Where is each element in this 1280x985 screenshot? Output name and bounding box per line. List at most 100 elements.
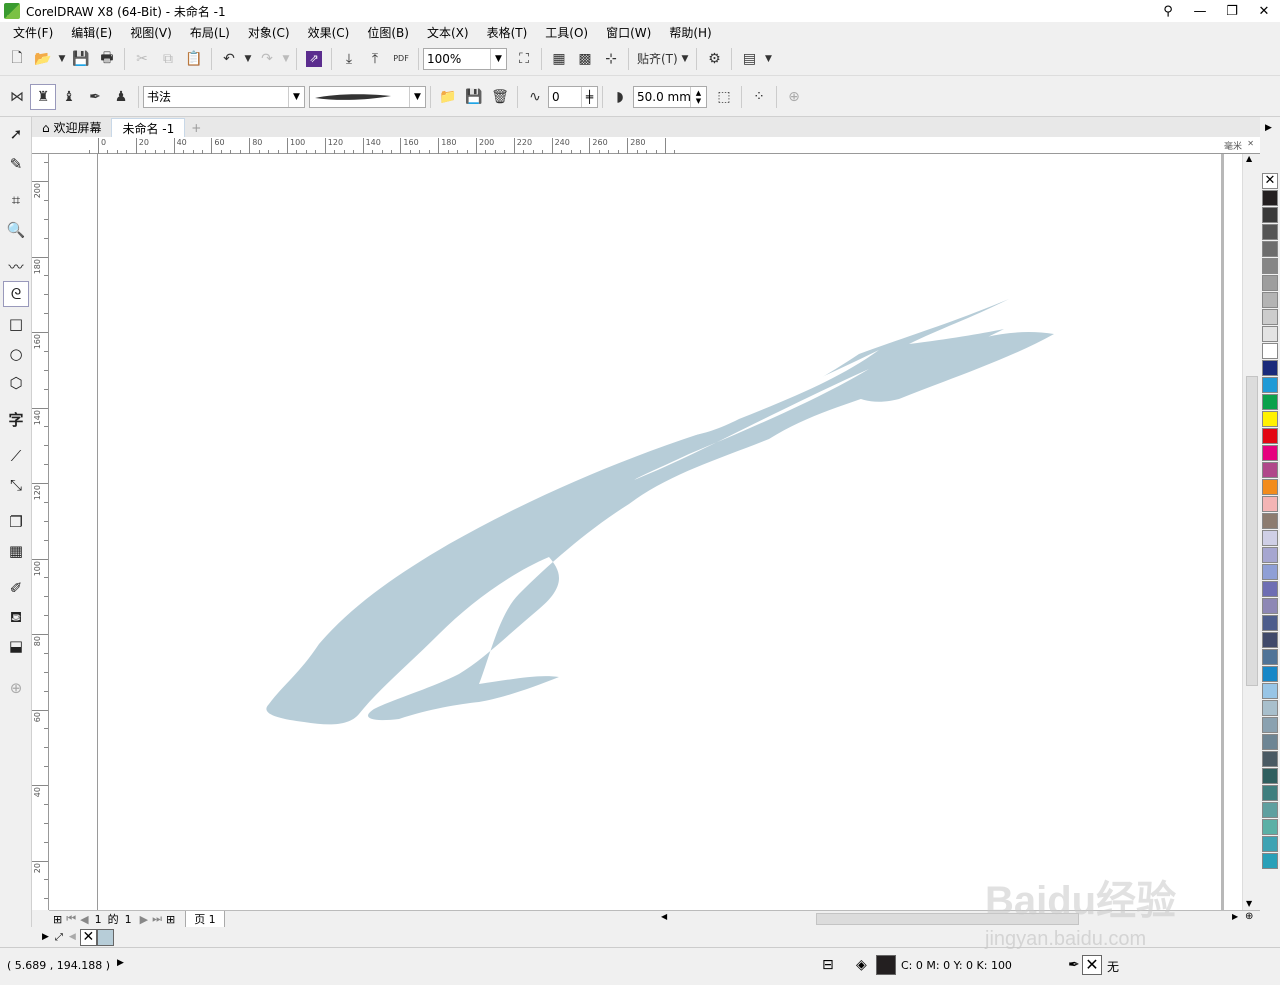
zoom-navigator-icon[interactable]: ⊕ [1245, 911, 1253, 922]
palette-expand-icon[interactable]: ▶ [42, 932, 49, 942]
zoom-level-select[interactable]: 100% ▼ [423, 47, 507, 70]
no-color-swatch-icon[interactable]: ✕ [1262, 173, 1278, 189]
stroke-width-input[interactable]: 50.0 mm ▲ ▼ [633, 85, 707, 108]
open-icon[interactable]: 📂 [30, 46, 56, 72]
spinner-icon[interactable]: ▲ ▼ [690, 86, 706, 107]
slider-icon[interactable]: ╪ [581, 86, 597, 107]
palette-swatch[interactable] [1262, 411, 1278, 427]
palette-swatch[interactable] [1262, 207, 1278, 223]
vertical-scrollbar[interactable]: ▲ ▼ [1242, 154, 1260, 910]
scroll-up-icon[interactable]: ▲ [1246, 154, 1252, 163]
menu-window[interactable]: 窗口(W) [597, 24, 660, 41]
palette-swatch[interactable] [1262, 275, 1278, 291]
palette-swatch[interactable] [1262, 683, 1278, 699]
vertical-ruler[interactable]: 200 180 160 140 120 100 80 60 40 20 [32, 154, 49, 910]
connector-tool-icon[interactable]: ⤡ [3, 472, 29, 498]
artistic-media-tool-icon[interactable]: ᘓ [3, 281, 29, 307]
browse-folder-icon[interactable]: 📁 [435, 84, 461, 110]
search-content-icon[interactable]: ⇗ [301, 46, 327, 72]
menu-effects[interactable]: 效果(C) [299, 24, 359, 41]
copy-icon[interactable]: ⧉ [155, 46, 181, 72]
add-tool-icon[interactable]: ⊕ [3, 675, 29, 701]
last-page-icon[interactable]: ⏭ [152, 912, 162, 926]
brush-category-select[interactable]: 书法 ▼ [143, 85, 305, 108]
transparency-tool-icon[interactable]: ▦ [3, 538, 29, 564]
freehand-tool-icon[interactable]: 〰 [3, 253, 29, 279]
doc-color-swatch[interactable] [96, 928, 114, 946]
account-icon[interactable]: ⚲ [1152, 0, 1184, 22]
palette-swatch[interactable] [1262, 836, 1278, 852]
palette-swatch[interactable] [1262, 751, 1278, 767]
shape-tool-icon[interactable]: ✎ [3, 151, 29, 177]
minimize-button[interactable]: — [1184, 0, 1216, 22]
launcher-dropdown-icon[interactable]: ▼ [762, 46, 774, 72]
import-icon[interactable]: ⤓ [336, 46, 362, 72]
cut-icon[interactable]: ✂ [129, 46, 155, 72]
export-icon[interactable]: ⤒ [362, 46, 388, 72]
first-page-icon[interactable]: ⏮ [66, 912, 76, 926]
palette-swatch[interactable] [1262, 292, 1278, 308]
menu-object[interactable]: 对象(C) [239, 24, 299, 41]
freehand-smoothing-icon[interactable]: ∿ [522, 84, 548, 110]
pick-tool-icon[interactable]: ➚ [3, 121, 29, 147]
fill-color-swatch[interactable] [876, 955, 896, 975]
ruler-close-icon[interactable]: ✕ [1247, 139, 1254, 148]
color-proof-icon[interactable]: ⊟ [822, 957, 834, 973]
quick-customize-icon[interactable]: ⊕ [781, 84, 807, 110]
menu-tools[interactable]: 工具(O) [536, 24, 597, 41]
palette-swatch[interactable] [1262, 462, 1278, 478]
show-grid-icon[interactable]: ▩ [572, 46, 598, 72]
outline-none-swatch-icon[interactable]: ✕ [1082, 955, 1102, 975]
artistic-brush-stroke[interactable] [49, 154, 1242, 910]
palette-swatch[interactable] [1262, 190, 1278, 206]
palette-swatch[interactable] [1262, 768, 1278, 784]
palette-swatch[interactable] [1262, 496, 1278, 512]
publish-pdf-icon[interactable]: PDF [388, 46, 414, 72]
scale-with-object-icon[interactable]: ⬚ [711, 84, 737, 110]
redo-dropdown-icon[interactable]: ▼ [280, 46, 292, 72]
menu-bitmaps[interactable]: 位图(B) [358, 24, 418, 41]
doc-no-color-swatch-icon[interactable]: ✕ [79, 928, 97, 946]
palette-swatch[interactable] [1262, 224, 1278, 240]
new-document-icon[interactable]: 🗋 [4, 46, 30, 72]
palette-swatch[interactable] [1262, 258, 1278, 274]
palette-swatch[interactable] [1262, 309, 1278, 325]
palette-swatch[interactable] [1262, 632, 1278, 648]
expression-mode-icon[interactable]: ♟ [108, 84, 134, 110]
palette-swatch[interactable] [1262, 598, 1278, 614]
undo-icon[interactable]: ↶ [216, 46, 242, 72]
add-page-before-icon[interactable]: ⊞ [53, 913, 62, 926]
smart-fill-tool-icon[interactable]: ⬓ [3, 633, 29, 659]
tab-welcome-screen[interactable]: ⌂ 欢迎屏幕 [32, 118, 112, 137]
text-tool-icon[interactable]: 字 [3, 406, 29, 432]
menu-file[interactable]: 文件(F) [4, 24, 62, 41]
palette-swatch[interactable] [1262, 428, 1278, 444]
palette-swatch[interactable] [1262, 445, 1278, 461]
add-page-after-icon[interactable]: ⊞ [166, 913, 175, 926]
menu-view[interactable]: 视图(V) [121, 24, 181, 41]
snap-to-button[interactable]: 贴齐(T) ▼ [633, 46, 692, 72]
palette-swatch[interactable] [1262, 802, 1278, 818]
palette-swatch[interactable] [1262, 581, 1278, 597]
menu-table[interactable]: 表格(T) [478, 24, 537, 41]
page-tab-1[interactable]: 页 1 [185, 910, 225, 928]
open-dropdown-icon[interactable]: ▼ [56, 46, 68, 72]
palette-swatch[interactable] [1262, 241, 1278, 257]
polygon-tool-icon[interactable]: ⬡ [3, 370, 29, 396]
palette-swatch[interactable] [1262, 734, 1278, 750]
vertical-scroll-thumb[interactable] [1246, 376, 1258, 686]
bounding-box-icon[interactable]: ⁘ [746, 84, 772, 110]
calligraphic-mode-icon[interactable]: ✒ [82, 84, 108, 110]
show-rulers-icon[interactable]: ▦ [546, 46, 572, 72]
print-icon[interactable]: 🖶 [94, 46, 120, 72]
palette-swatch[interactable] [1262, 326, 1278, 342]
brush-mode-icon[interactable]: ♜ [30, 83, 56, 110]
smoothing-input[interactable]: 0 ╪ [548, 85, 598, 108]
palette-swatch[interactable] [1262, 717, 1278, 733]
zoom-tool-icon[interactable]: 🔍 [3, 217, 29, 243]
ellipse-tool-icon[interactable]: ○ [3, 341, 29, 367]
palette-scroll-up-icon[interactable]: ▶ [1265, 123, 1272, 133]
palette-swatch[interactable] [1262, 615, 1278, 631]
restore-button[interactable]: ❐ [1216, 0, 1248, 22]
drawing-canvas[interactable] [49, 154, 1242, 910]
